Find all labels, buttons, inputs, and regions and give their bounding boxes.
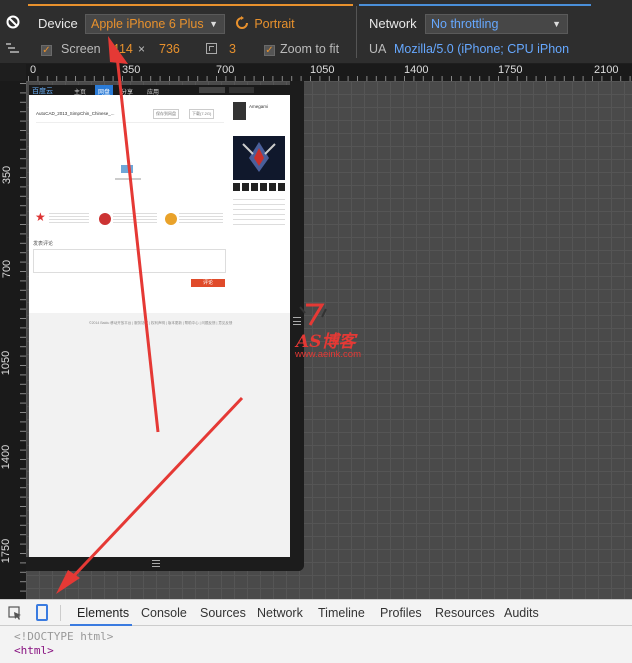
tab-sources[interactable]: Sources: [200, 606, 246, 620]
arrowhead-up: [108, 36, 128, 64]
cursor-icon: [8, 606, 21, 620]
tab-elements[interactable]: Elements: [77, 606, 129, 620]
tab-resources[interactable]: Resources: [435, 606, 495, 620]
html-tag-line[interactable]: <html>: [14, 644, 113, 658]
annotation-arrows: [56, 36, 244, 594]
inspect-element-icon[interactable]: [8, 606, 22, 620]
tab-timeline[interactable]: Timeline: [318, 606, 365, 620]
elements-tree: <!DOCTYPE html> <html>: [14, 630, 113, 658]
active-tab-indicator: [70, 624, 132, 626]
red-arrow-up: [115, 55, 160, 433]
tab-audits[interactable]: Audits: [504, 606, 539, 620]
red-arrow-down: [66, 396, 244, 584]
tab-divider: [60, 605, 61, 621]
doctype-line[interactable]: <!DOCTYPE html>: [14, 630, 113, 644]
tab-console[interactable]: Console: [141, 606, 187, 620]
tab-network[interactable]: Network: [257, 606, 303, 620]
device-mode-icon[interactable]: [36, 604, 48, 621]
devtools-tabbar: Elements Console Sources Network Timelin…: [0, 600, 632, 626]
devtools-panel: Elements Console Sources Network Timelin…: [0, 599, 632, 663]
tab-profiles[interactable]: Profiles: [380, 606, 422, 620]
